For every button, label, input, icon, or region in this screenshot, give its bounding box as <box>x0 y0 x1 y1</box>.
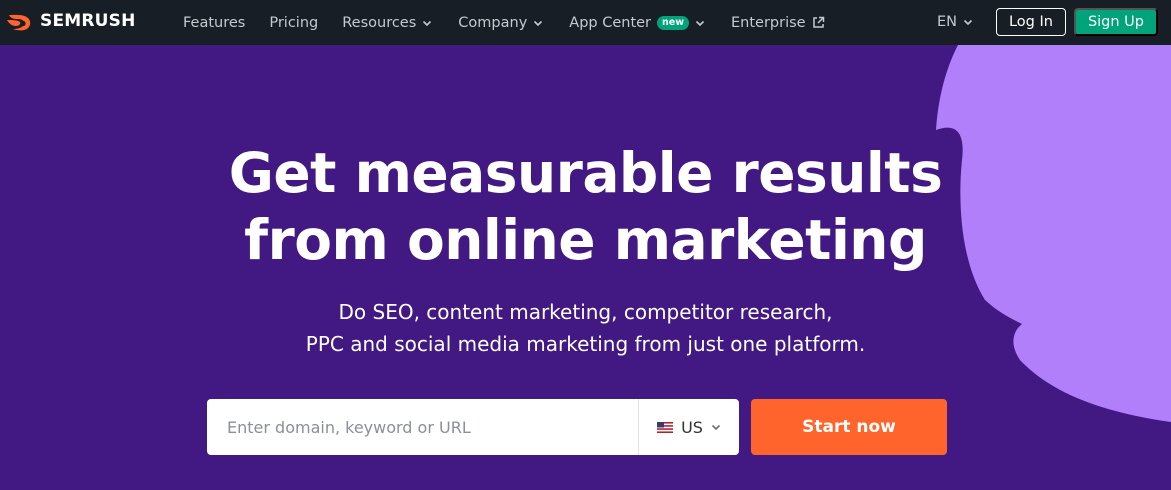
nav-item-resources[interactable]: Resources <box>342 0 432 45</box>
start-now-button[interactable]: Start now <box>751 399 947 455</box>
language-selector[interactable]: EN <box>937 14 973 30</box>
nav-item-label: Enterprise <box>731 14 806 31</box>
semrush-logo[interactable]: SEMRUSH <box>6 10 136 32</box>
new-badge: new <box>657 15 690 30</box>
signup-button[interactable]: Sign Up <box>1073 8 1158 36</box>
hero-title-line: Get measurable results <box>228 141 943 205</box>
nav-item-company[interactable]: Company <box>458 0 543 45</box>
country-selector[interactable]: US <box>638 399 739 455</box>
language-label: EN <box>936 14 957 30</box>
hero-subtitle: Do SEO, content marketing, competitor re… <box>0 296 1171 360</box>
hero-subtitle-line: Do SEO, content marketing, competitor re… <box>338 300 833 324</box>
nav-item-label: Features <box>183 14 246 31</box>
chevron-down-icon <box>695 20 705 26</box>
chevron-down-icon <box>534 20 543 26</box>
top-navbar: SEMRUSH Features Pricing Resources Compa… <box>0 0 1171 45</box>
brand-name: SEMRUSH <box>40 11 136 31</box>
nav-item-label: App Center <box>569 14 652 31</box>
nav-actions: EN Log In Sign Up <box>937 7 1158 37</box>
nav-item-app-center[interactable]: App Center new <box>569 0 705 45</box>
hero-title-line: from online marketing <box>244 208 927 272</box>
chevron-down-icon <box>423 20 432 26</box>
semrush-flame-icon <box>7 14 31 31</box>
nav-item-label: Company <box>458 14 528 31</box>
country-label: US <box>681 417 703 437</box>
main-nav: Features Pricing Resources Company App C… <box>183 0 825 45</box>
search-bar: US <box>207 399 739 455</box>
hero-subtitle-line: PPC and social media marketing from just… <box>305 332 866 356</box>
hero-title: Get measurable results from online marke… <box>0 140 1171 274</box>
search-input[interactable] <box>207 399 638 455</box>
chevron-down-icon <box>963 19 973 26</box>
nav-item-label: Resources <box>342 14 417 31</box>
external-link-icon <box>812 16 824 28</box>
chevron-down-icon <box>711 424 721 431</box>
nav-item-pricing[interactable]: Pricing <box>269 0 318 45</box>
us-flag-icon <box>657 421 674 433</box>
nav-item-features[interactable]: Features <box>183 0 245 45</box>
nav-item-enterprise[interactable]: Enterprise <box>731 0 825 45</box>
login-button[interactable]: Log In <box>995 8 1066 36</box>
nav-item-label: Pricing <box>269 14 319 31</box>
